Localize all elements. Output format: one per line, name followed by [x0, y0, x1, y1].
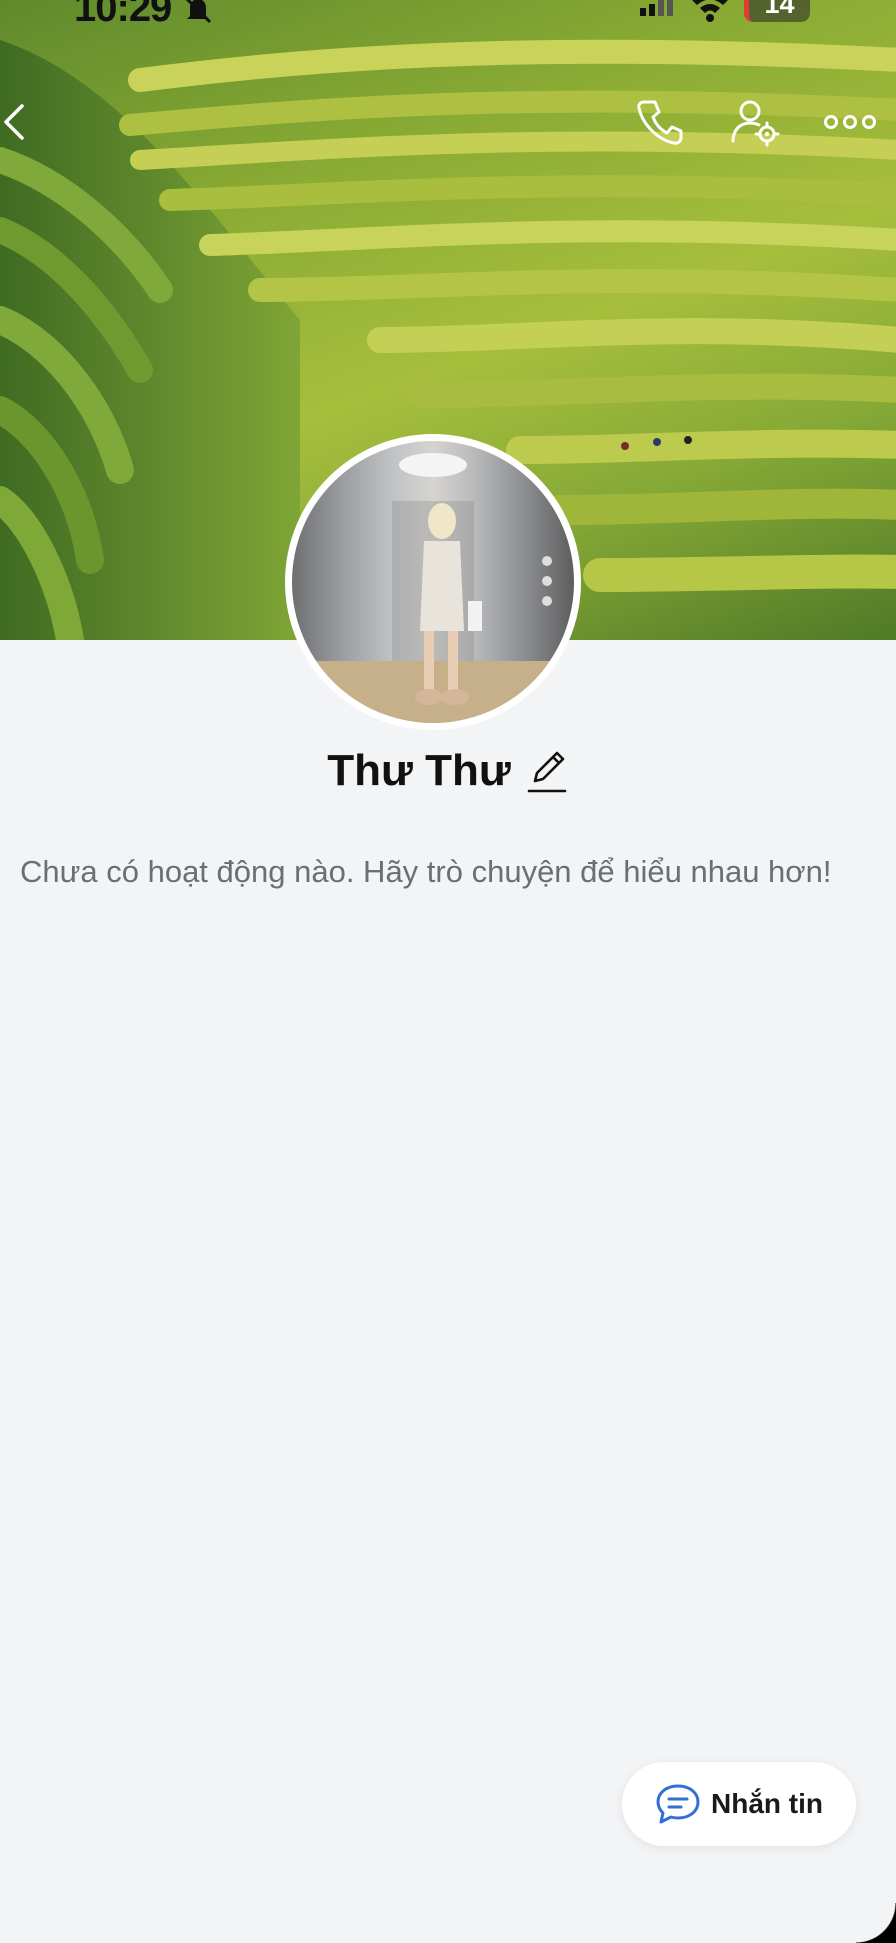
profile-name: Thư Thư: [327, 746, 511, 795]
more-icon: [824, 115, 876, 129]
message-button-label: Nhắn tin: [711, 1788, 823, 1819]
chat-bubble-icon: [656, 1784, 700, 1824]
avatar[interactable]: [292, 441, 574, 723]
message-button[interactable]: Nhắn tin: [622, 1762, 856, 1846]
empty-activity-text: Chưa có hoạt động nào. Hãy trò chuyện để…: [20, 854, 832, 889]
screen-corner: [856, 1903, 896, 1943]
battery-indicator: 14: [744, 0, 810, 22]
signal-icon: [640, 0, 673, 16]
avatar-photo: [292, 453, 574, 723]
bell-muted-icon: [185, 0, 212, 24]
profile-name-row: Thư Thư: [0, 746, 896, 796]
wifi-icon: [692, 0, 728, 22]
back-button[interactable]: [0, 92, 36, 152]
phone-icon: [637, 100, 683, 145]
avatar-frame[interactable]: [285, 434, 581, 730]
back-icon: [4, 104, 24, 140]
call-button[interactable]: [630, 92, 690, 152]
status-time: 10:29: [74, 0, 172, 30]
more-button[interactable]: [820, 92, 880, 152]
user-settings-icon: [731, 100, 780, 147]
user-settings-button[interactable]: [725, 92, 785, 152]
edit-name-icon[interactable]: [525, 747, 569, 795]
status-bar: 10:29 14: [0, 0, 896, 40]
